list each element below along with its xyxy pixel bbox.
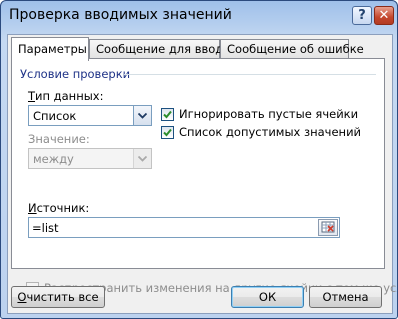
source-label: Источник:: [28, 201, 90, 215]
tab-settings[interactable]: Параметры: [11, 37, 89, 61]
collapse-dialog-icon: [321, 221, 335, 233]
group-divider: [124, 74, 376, 75]
chevron-down-icon[interactable]: [133, 106, 151, 125]
title-bar[interactable]: Проверка вводимых значений ? ✕: [1, 1, 397, 31]
checkmark-icon: [163, 128, 172, 137]
dialog-title: Проверка вводимых значений: [9, 7, 232, 23]
dialog-body: Параметры Сообщение для ввода Сообщение …: [7, 34, 397, 314]
data-type-label: Тип данных:: [28, 89, 104, 103]
source-input[interactable]: =list: [28, 217, 340, 238]
ignore-blank-checkbox[interactable]: [161, 108, 174, 121]
settings-panel: Условие проверки Тип данных: Список Игно…: [11, 58, 397, 295]
close-button[interactable]: ✕: [374, 6, 394, 25]
in-cell-dropdown-label[interactable]: Список допустимых значений: [179, 125, 361, 139]
in-cell-dropdown-checkbox[interactable]: [161, 126, 174, 139]
source-value: =list: [32, 221, 59, 235]
ignore-blank-label[interactable]: Игнорировать пустые ячейки: [179, 107, 358, 121]
group-title: Условие проверки: [20, 67, 131, 81]
tab-error-alert[interactable]: Сообщение об ошибке: [220, 39, 364, 58]
help-icon: ?: [358, 8, 366, 23]
range-select-button[interactable]: [318, 219, 338, 236]
operator-value: между: [33, 152, 74, 166]
chevron-down-icon: [133, 149, 151, 168]
value-label: Значение:: [28, 132, 90, 146]
help-button[interactable]: ?: [352, 6, 372, 25]
data-validation-dialog: Проверка вводимых значений ? ✕ Параметры…: [0, 0, 398, 319]
data-type-value: Список: [33, 109, 77, 123]
ok-button[interactable]: ОК: [231, 286, 304, 308]
clear-all-button[interactable]: Очистить все: [11, 286, 105, 308]
operator-select: между: [28, 148, 152, 169]
tab-input-message[interactable]: Сообщение для ввода: [89, 39, 230, 58]
cancel-button[interactable]: Отмена: [309, 286, 382, 308]
checkmark-icon: [163, 110, 172, 119]
close-icon: ✕: [378, 8, 390, 23]
data-type-select[interactable]: Список: [28, 105, 152, 126]
